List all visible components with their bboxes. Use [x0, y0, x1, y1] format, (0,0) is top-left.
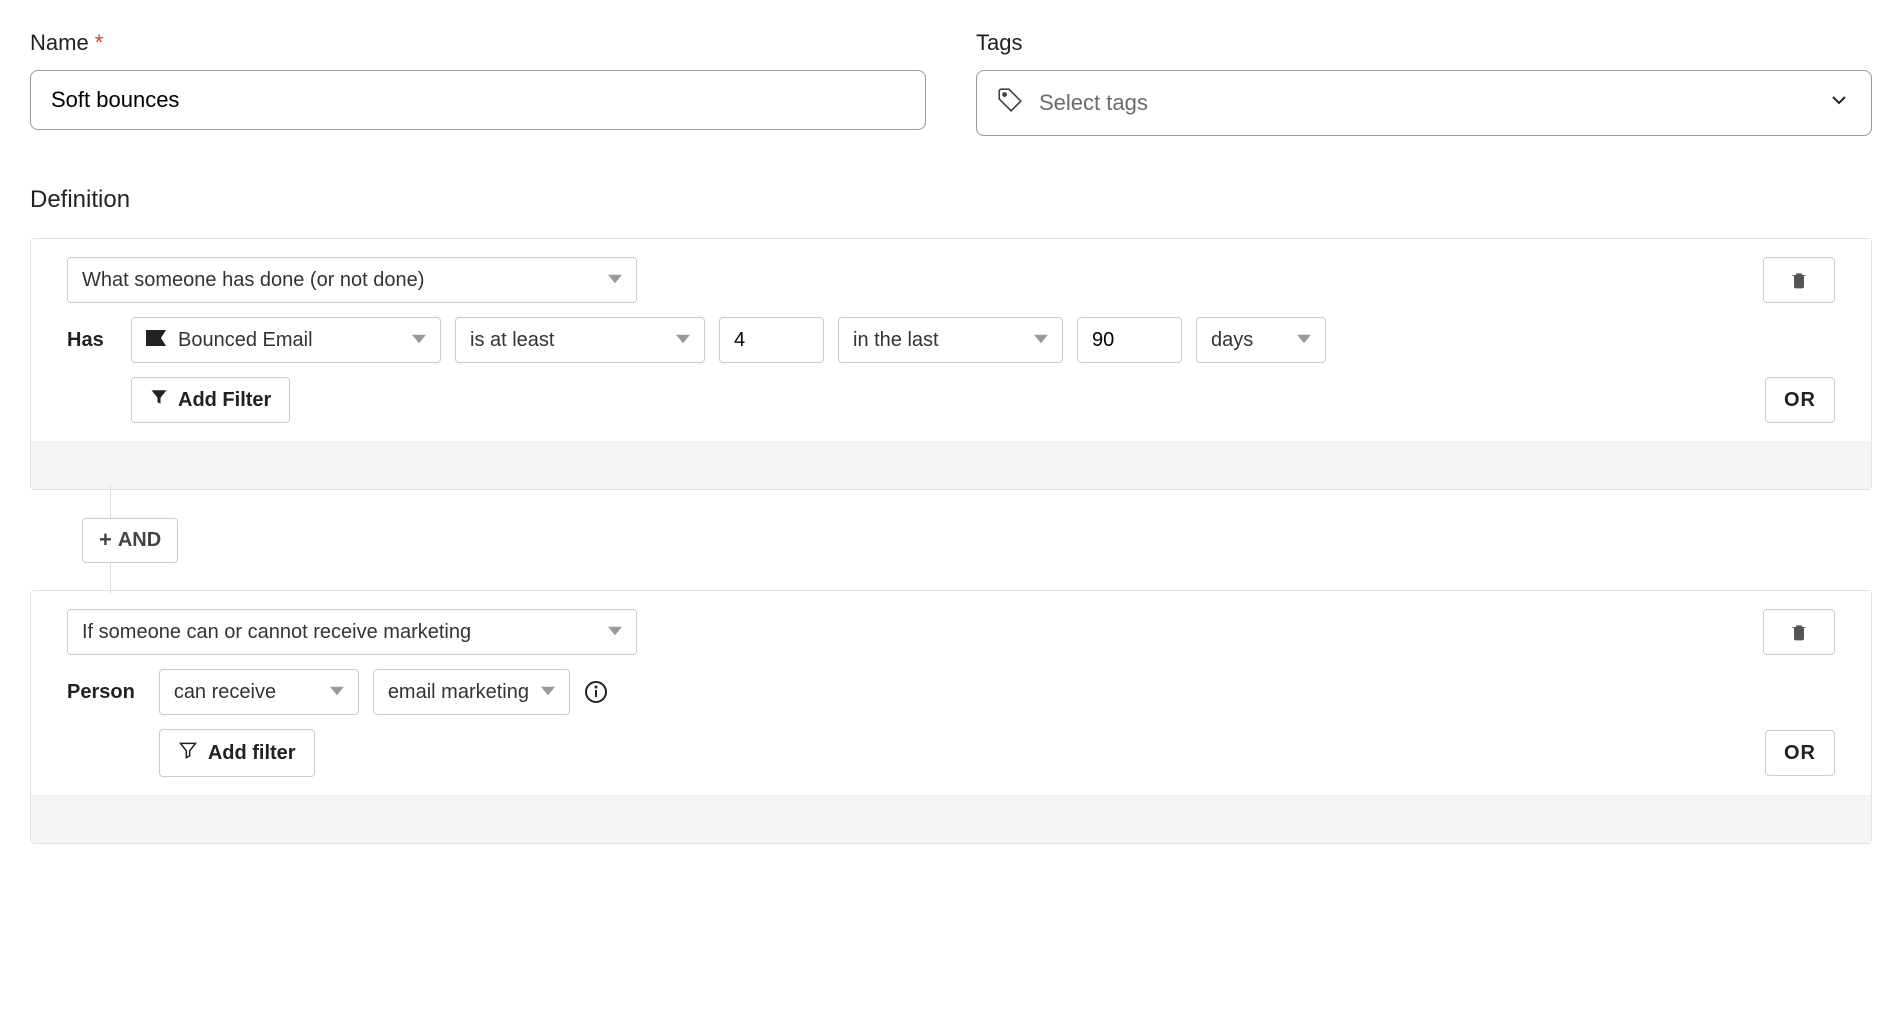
comparator-label: is at least	[470, 329, 554, 352]
caret-down-icon	[676, 329, 690, 352]
plus-icon: +	[99, 529, 112, 551]
caret-down-icon	[330, 681, 344, 704]
definition-block: If someone can or cannot receive marketi…	[31, 591, 1871, 843]
person-label: Person	[67, 681, 135, 704]
name-label-text: Name	[30, 30, 89, 56]
condition-type-label: What someone has done (or not done)	[82, 269, 424, 292]
definition-container: What someone has done (or not done) Has …	[30, 238, 1872, 490]
name-label: Name *	[30, 30, 926, 56]
filter-icon	[150, 388, 168, 412]
or-label: OR	[1784, 742, 1816, 765]
definition-title: Definition	[30, 186, 1872, 214]
action-select[interactable]: Bounced Email	[131, 317, 441, 363]
can-label: can receive	[174, 681, 276, 704]
funnel-icon	[178, 740, 198, 766]
add-filter-label: Add Filter	[178, 389, 271, 412]
action-label: Bounced Email	[178, 329, 313, 352]
unit-label: days	[1211, 329, 1253, 352]
chevron-down-icon	[1827, 88, 1851, 118]
tags-label-text: Tags	[976, 30, 1022, 56]
timeframe-label: in the last	[853, 329, 939, 352]
name-input[interactable]	[30, 70, 926, 130]
flag-icon	[146, 329, 166, 352]
and-label: AND	[118, 529, 161, 552]
and-button[interactable]: + AND	[82, 518, 178, 563]
definition-block: What someone has done (or not done) Has …	[31, 239, 1871, 489]
tags-select[interactable]: Select tags	[976, 70, 1872, 136]
condition-type-select[interactable]: If someone can or cannot receive marketi…	[67, 609, 637, 655]
comparator-select[interactable]: is at least	[455, 317, 705, 363]
condition-type-label: If someone can or cannot receive marketi…	[82, 621, 471, 644]
or-button[interactable]: OR	[1765, 730, 1835, 776]
condition-type-select[interactable]: What someone has done (or not done)	[67, 257, 637, 303]
add-filter-button[interactable]: Add filter	[159, 729, 315, 777]
can-select[interactable]: can receive	[159, 669, 359, 715]
tags-placeholder: Select tags	[1039, 90, 1148, 116]
delete-block-button[interactable]	[1763, 609, 1835, 655]
has-label: Has	[67, 329, 107, 352]
duration-input[interactable]	[1077, 317, 1182, 363]
caret-down-icon	[541, 681, 555, 704]
caret-down-icon	[608, 269, 622, 292]
and-connector: + AND	[30, 490, 1872, 590]
tags-label: Tags	[976, 30, 1872, 56]
tags-field-group: Tags Select tags	[976, 30, 1872, 136]
tag-icon	[997, 87, 1023, 119]
channel-label: email marketing	[388, 681, 529, 704]
required-indicator: *	[95, 30, 104, 56]
block-footer	[31, 441, 1871, 489]
unit-select[interactable]: days	[1196, 317, 1326, 363]
add-filter-label: Add filter	[208, 742, 296, 765]
timeframe-select[interactable]: in the last	[838, 317, 1063, 363]
caret-down-icon	[1297, 329, 1311, 352]
add-filter-button[interactable]: Add Filter	[131, 377, 290, 423]
definition-container: If someone can or cannot receive marketi…	[30, 590, 1872, 844]
or-button[interactable]: OR	[1765, 377, 1835, 423]
caret-down-icon	[608, 621, 622, 644]
or-label: OR	[1784, 389, 1816, 412]
block-footer	[31, 795, 1871, 843]
name-field-group: Name *	[30, 30, 926, 136]
channel-select[interactable]: email marketing	[373, 669, 570, 715]
delete-block-button[interactable]	[1763, 257, 1835, 303]
count-input[interactable]	[719, 317, 824, 363]
caret-down-icon	[1034, 329, 1048, 352]
info-icon[interactable]	[584, 680, 608, 704]
caret-down-icon	[412, 329, 426, 352]
